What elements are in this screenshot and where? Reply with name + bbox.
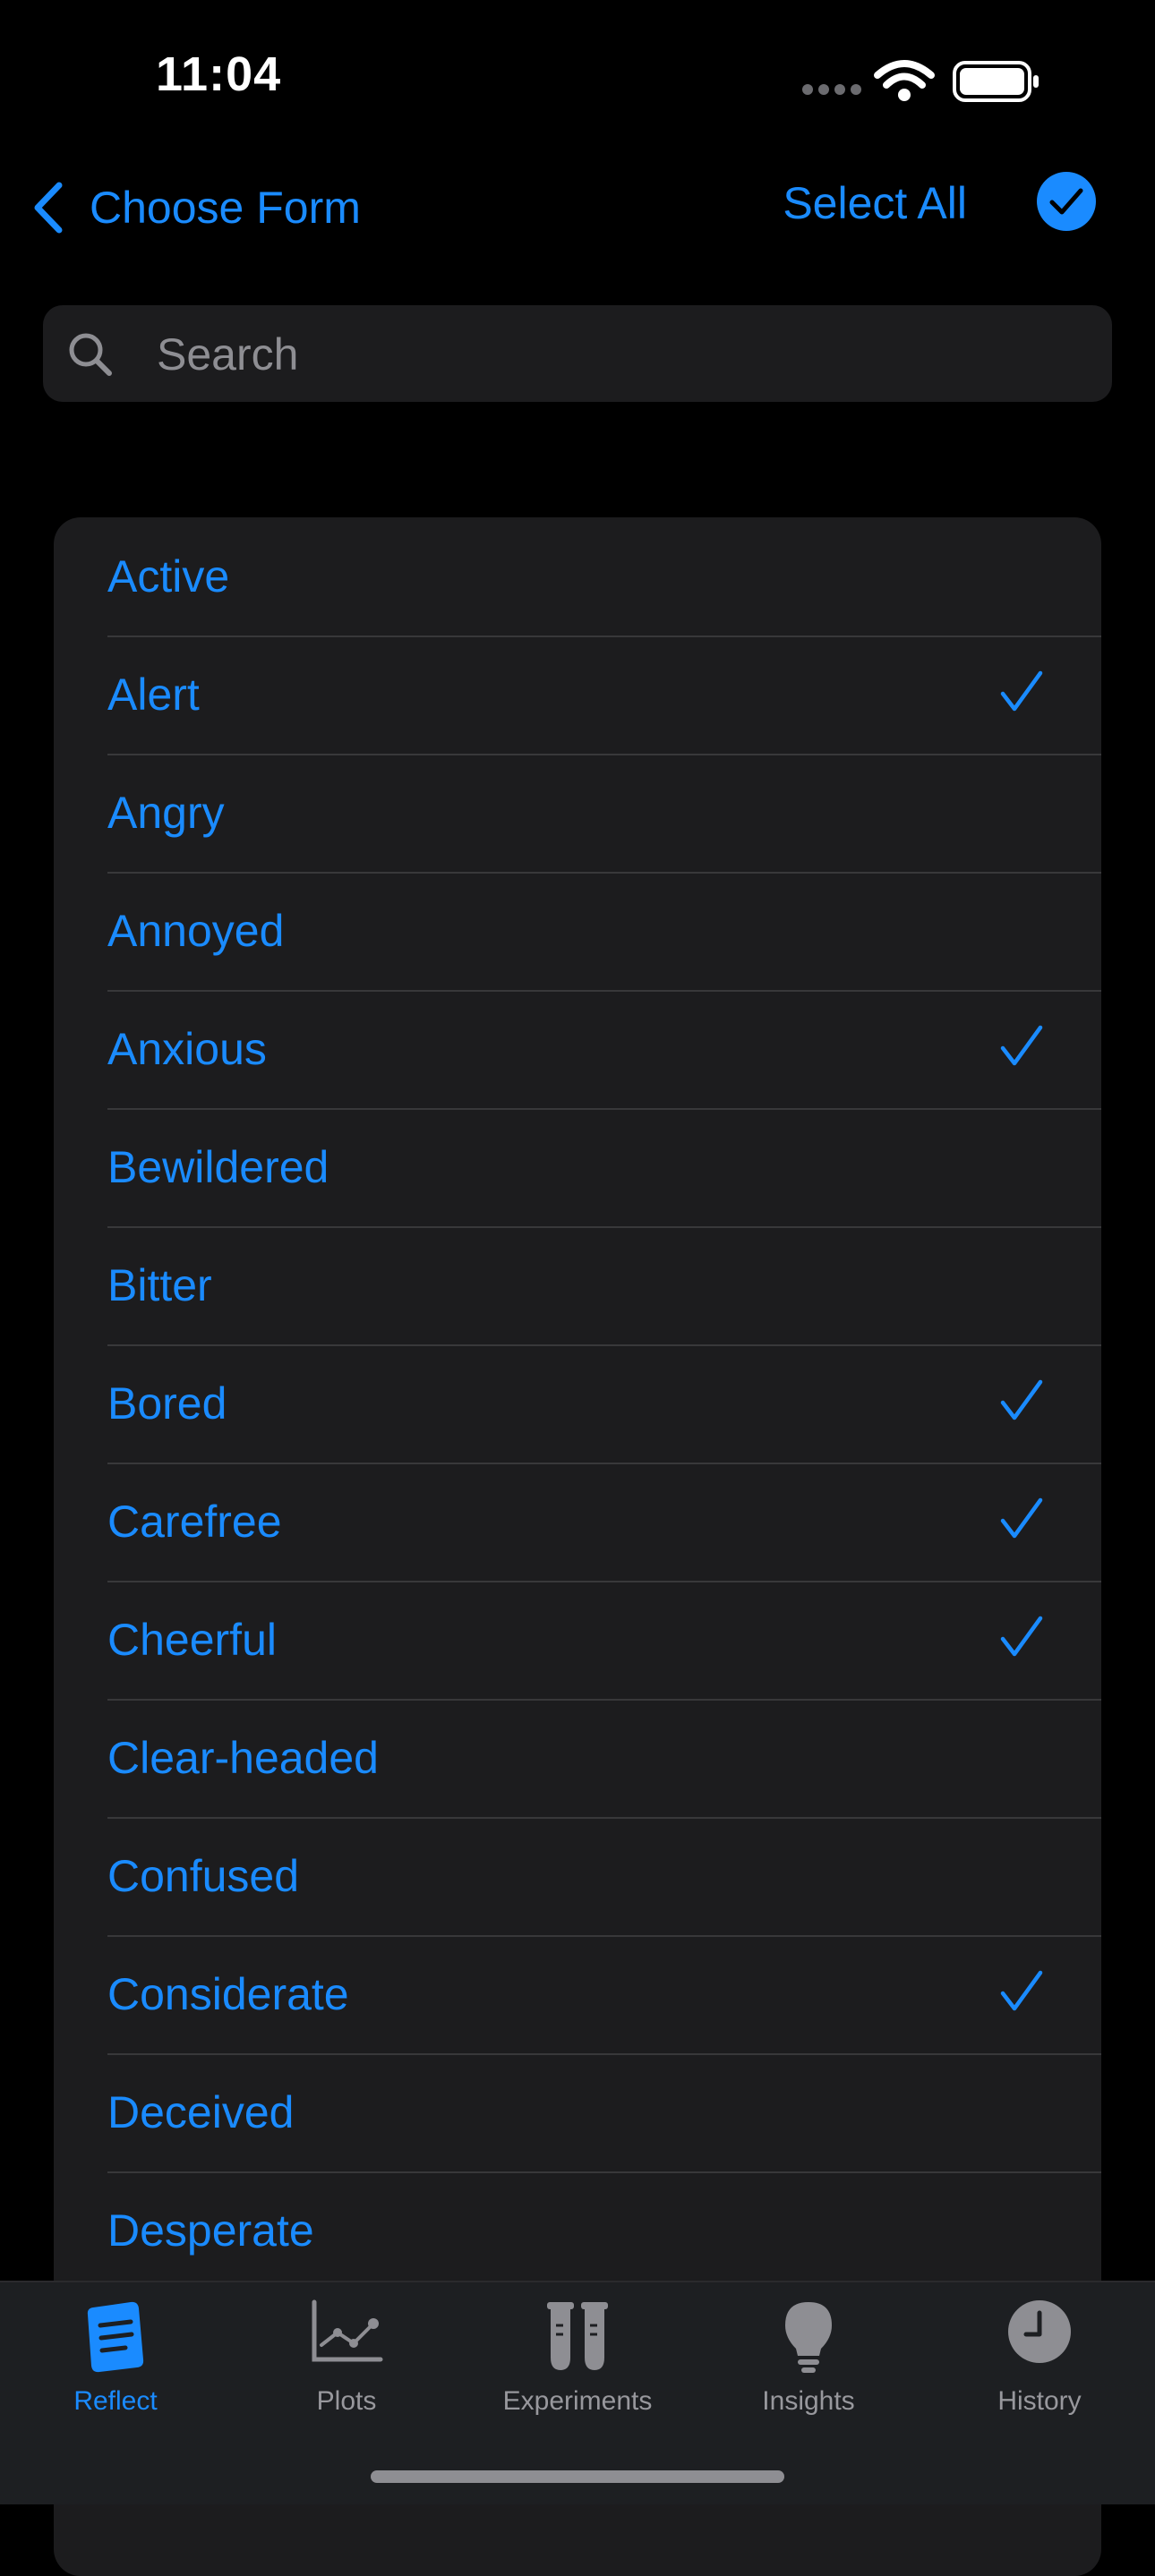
- back-label: Choose Form: [90, 183, 361, 233]
- clock-icon: [924, 2299, 1155, 2379]
- list-item-label: Considerate: [107, 1969, 349, 2019]
- list-divider: [107, 635, 1101, 637]
- list-divider: [107, 1463, 1101, 1464]
- list-item[interactable]: Clear-headed: [54, 1699, 1101, 1817]
- checkmark-icon: [1000, 670, 1043, 712]
- list-item[interactable]: Alert: [54, 635, 1101, 754]
- battery-icon: [953, 61, 1039, 102]
- list-divider: [107, 1699, 1101, 1701]
- list-item[interactable]: Bored: [54, 1344, 1101, 1463]
- list-item-label: Desperate: [107, 2205, 314, 2256]
- search-bar[interactable]: [43, 305, 1112, 404]
- tab-label: Experiments: [502, 2386, 653, 2416]
- checkmark-icon: [1000, 1379, 1043, 1420]
- list-item-label: Angry: [107, 788, 225, 838]
- list-item[interactable]: Bitter: [54, 1226, 1101, 1344]
- list-item-label: Confused: [107, 1851, 300, 1901]
- list-divider: [107, 872, 1101, 874]
- navigation-bar: Choose Form Select All: [0, 152, 1155, 260]
- list-item-label: Annoyed: [107, 906, 285, 956]
- list-item[interactable]: Angry: [54, 754, 1101, 872]
- list-divider: [107, 1935, 1101, 1937]
- wifi-dot-icon: [898, 89, 911, 101]
- checkmark-icon: [1000, 1025, 1043, 1066]
- search-input[interactable]: [155, 305, 1072, 404]
- list-item[interactable]: Cheerful: [54, 1581, 1101, 1699]
- list-item[interactable]: Annoyed: [54, 872, 1101, 990]
- test-tubes-icon: [462, 2299, 693, 2379]
- line-chart-icon: [231, 2299, 462, 2379]
- form-list: Active Alert Angry Annoyed Anxious Bewildered…: [54, 517, 1101, 2576]
- list-item[interactable]: Desperate: [54, 2171, 1101, 2290]
- tab-label: Plots: [316, 2386, 377, 2416]
- list-item-label: Clear-headed: [107, 1733, 379, 1783]
- checkmark-icon: [1000, 1616, 1043, 1657]
- list-item[interactable]: Active: [54, 517, 1101, 635]
- tab-insights[interactable]: Insights: [693, 2299, 924, 2433]
- list-item-label: Deceived: [107, 2087, 295, 2137]
- list-item-label: Bitter: [107, 1260, 212, 1310]
- list-item-label: Bewildered: [107, 1142, 329, 1192]
- list-divider: [107, 1581, 1101, 1582]
- list-divider: [107, 990, 1101, 992]
- status-time: 11:04: [156, 47, 282, 101]
- list-divider: [107, 1344, 1101, 1346]
- select-all-button[interactable]: Select All: [783, 177, 967, 229]
- tab-history[interactable]: History: [924, 2299, 1155, 2433]
- list-divider: [107, 2171, 1101, 2173]
- list-item[interactable]: Confused: [54, 1817, 1101, 1935]
- search-icon: [69, 333, 112, 376]
- select-all-checkbox[interactable]: [1037, 172, 1096, 231]
- list-divider: [107, 1108, 1101, 1110]
- checkmark-icon: [1000, 1970, 1043, 2011]
- back-button[interactable]: Choose Form: [32, 172, 361, 243]
- list-divider: [107, 1817, 1101, 1819]
- wifi-icon: [874, 60, 935, 89]
- tab-experiments[interactable]: Experiments: [462, 2299, 693, 2433]
- list-item-label: Bored: [107, 1378, 227, 1429]
- lightbulb-icon: [693, 2299, 924, 2379]
- list-divider: [107, 1226, 1101, 1228]
- chevron-left-icon: [34, 182, 63, 234]
- list-divider: [107, 2053, 1101, 2055]
- list-item-label: Carefree: [107, 1497, 282, 1547]
- tab-plots[interactable]: Plots: [231, 2299, 462, 2433]
- checkmark-icon: [1000, 1497, 1043, 1539]
- status-icons: [797, 55, 1057, 114]
- cellular-signal-icon: [802, 84, 861, 95]
- list-item-label: Cheerful: [107, 1615, 277, 1665]
- tab-label: Insights: [762, 2386, 855, 2416]
- tab-reflect[interactable]: Reflect: [0, 2299, 231, 2433]
- list-item-label: Alert: [107, 670, 200, 720]
- tab-label: History: [997, 2386, 1082, 2416]
- list-divider: [107, 754, 1101, 755]
- tab-label: Reflect: [73, 2386, 158, 2416]
- list-item[interactable]: Anxious: [54, 990, 1101, 1108]
- checkmark-icon: [1049, 188, 1083, 215]
- home-indicator: [371, 2470, 784, 2483]
- status-bar: 11:04: [0, 0, 1155, 152]
- document-icon: [0, 2299, 231, 2379]
- list-item-label: Active: [107, 551, 230, 601]
- list-item[interactable]: Deceived: [54, 2053, 1101, 2171]
- list-item[interactable]: Bewildered: [54, 1108, 1101, 1226]
- list-item-label: Anxious: [107, 1024, 267, 1074]
- list-item[interactable]: Considerate: [54, 1935, 1101, 2053]
- list-item[interactable]: Carefree: [54, 1463, 1101, 1581]
